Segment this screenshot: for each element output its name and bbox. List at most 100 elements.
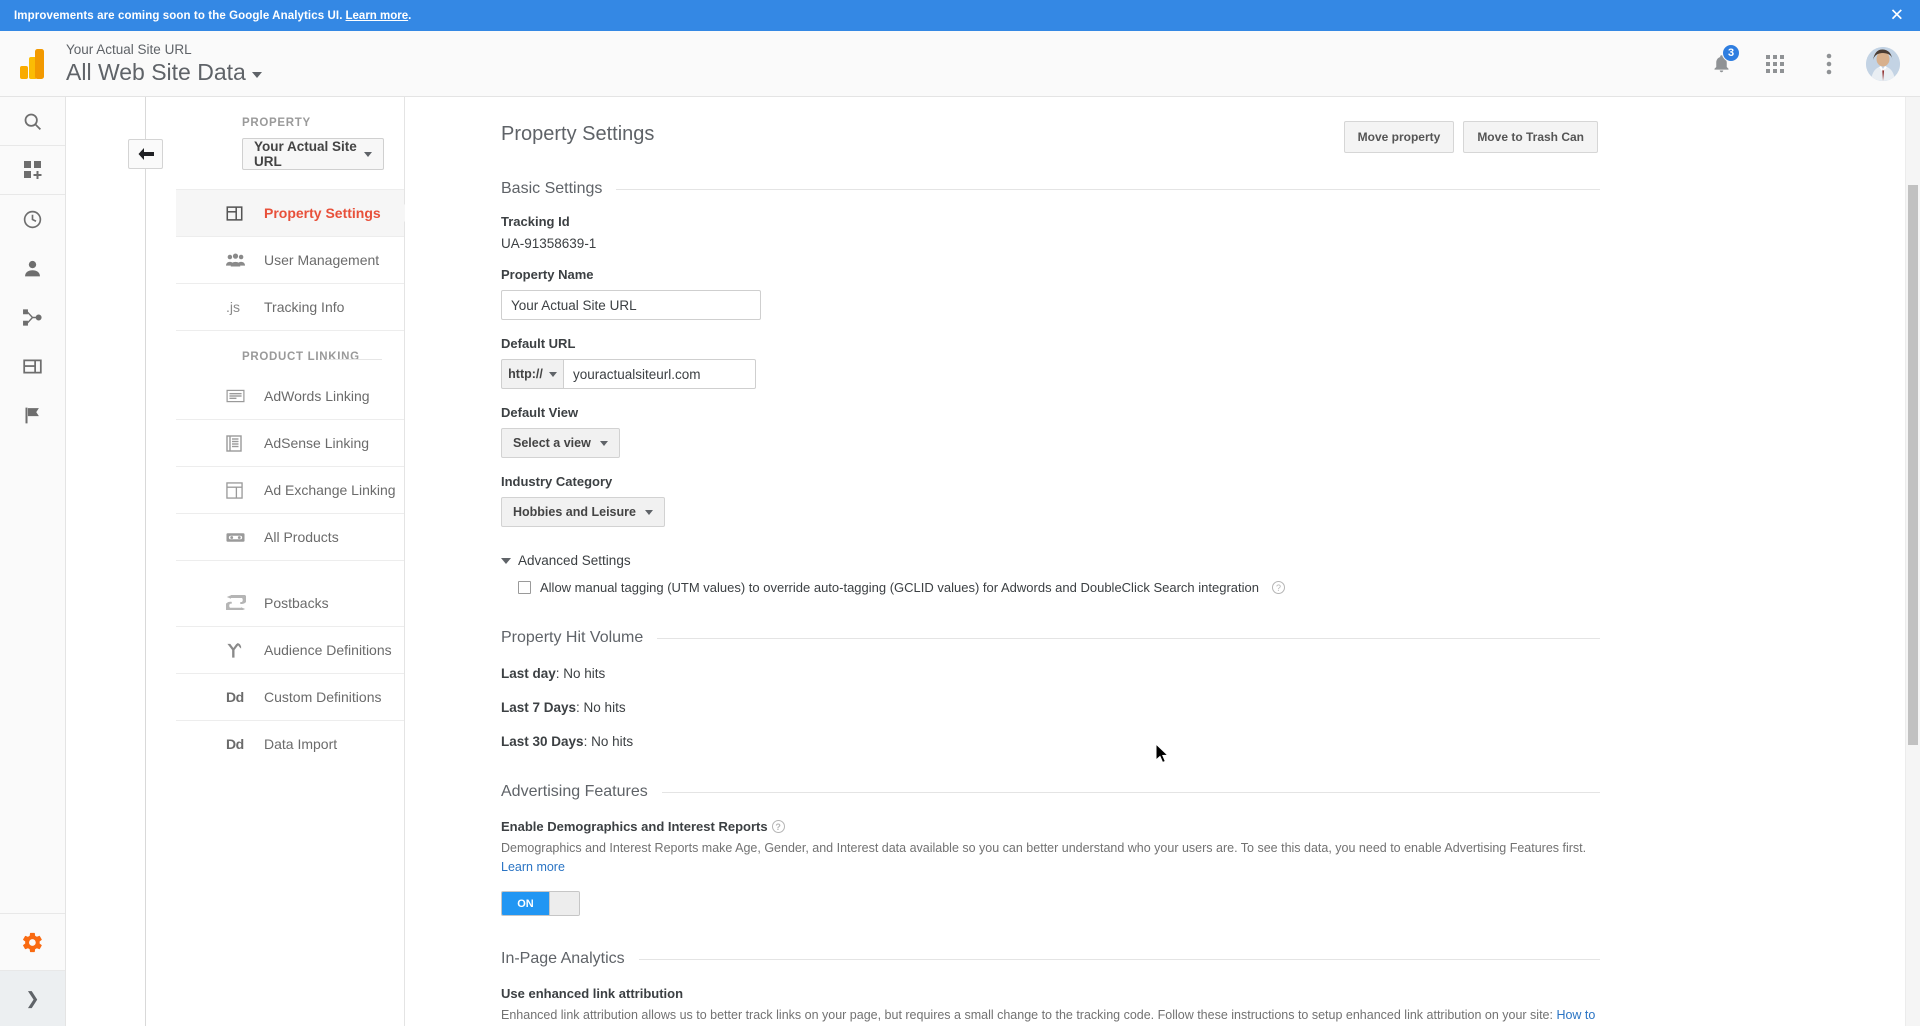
sidebar-item-tracking-info[interactable]: .js Tracking Info: [176, 283, 404, 330]
more-vertical-icon[interactable]: [1812, 47, 1846, 81]
conversions-flag-icon[interactable]: [0, 391, 65, 440]
scrollbar-track[interactable]: [1905, 97, 1920, 1026]
enhanced-link-label: Use enhanced link attribution: [501, 986, 683, 1001]
sidebar-item-adwords-linking[interactable]: AdWords Linking: [176, 372, 404, 419]
custom-definitions-icon: Dd: [226, 689, 264, 705]
sidebar-item-label: Property Settings: [264, 205, 381, 221]
data-import-icon: Dd: [226, 736, 264, 752]
chevron-down-icon: [645, 510, 653, 515]
acquisition-share-icon[interactable]: [0, 293, 65, 342]
sidebar-item-label: Tracking Info: [264, 299, 344, 315]
nav-vertical-divider: [145, 97, 146, 1026]
manual-tagging-label: Allow manual tagging (UTM values) to ove…: [540, 580, 1259, 595]
sidebar-item-label: Data Import: [264, 736, 337, 752]
hit-value: : No hits: [556, 666, 606, 681]
avatar[interactable]: [1866, 47, 1900, 81]
hit-label: Last day: [501, 666, 556, 681]
sidebar-item-custom-definitions[interactable]: Dd Custom Definitions: [176, 673, 404, 720]
section-rule: [639, 959, 1600, 960]
page-title: Property Settings: [501, 123, 654, 146]
section-title: In-Page Analytics: [501, 950, 625, 968]
default-url-input[interactable]: [564, 359, 756, 389]
announcement-banner: Improvements are coming soon to the Goog…: [0, 0, 1920, 31]
app-body: ❯ PROPERTY Your Actual Site URL: [0, 97, 1920, 1026]
close-icon[interactable]: ✕: [1890, 7, 1904, 24]
apps-grid-icon[interactable]: [1758, 47, 1792, 81]
realtime-clock-icon[interactable]: [0, 195, 65, 244]
sidebar-item-adsense-linking[interactable]: AdSense Linking: [176, 419, 404, 466]
audience-definitions-icon: [226, 642, 264, 659]
chevron-down-icon: [549, 372, 557, 377]
sidebar-item-all-products[interactable]: All Products: [176, 513, 404, 560]
audience-person-icon[interactable]: [0, 244, 65, 293]
property-name-input[interactable]: [501, 290, 761, 320]
move-property-button[interactable]: Move property: [1344, 121, 1455, 153]
sidebar-item-user-management[interactable]: User Management: [176, 236, 404, 283]
sidebar-item-label: AdWords Linking: [264, 388, 370, 404]
sidebar-item-label: User Management: [264, 252, 379, 268]
nav-spacer: [176, 560, 404, 579]
banner-learn-more-link[interactable]: Learn more: [346, 10, 409, 22]
account-name: Your Actual Site URL: [66, 41, 262, 58]
hit-value: : No hits: [576, 700, 626, 715]
tracking-id-value: UA-91358639-1: [501, 236, 1600, 251]
ad-exchange-icon: [226, 482, 264, 499]
section-advertising-features: Advertising Features: [501, 783, 1600, 801]
sidebar-item-ad-exchange-linking[interactable]: Ad Exchange Linking: [176, 466, 404, 513]
help-icon[interactable]: ?: [772, 820, 785, 833]
sidebar-item-audience-definitions[interactable]: Audience Definitions: [176, 626, 404, 673]
property-window-icon: [226, 205, 264, 222]
property-selector-value: Your Actual Site URL: [254, 139, 364, 169]
property-name-label: Property Name: [501, 267, 1600, 282]
industry-category-label: Industry Category: [501, 474, 1600, 489]
demographics-toggle[interactable]: ON: [501, 891, 580, 916]
demographics-learn-more-link[interactable]: Learn more: [501, 860, 565, 874]
section-title: Advertising Features: [501, 783, 648, 801]
settings-nav-list: PROPERTY Your Actual Site URL Property S…: [176, 97, 404, 767]
js-icon: .js: [226, 299, 264, 315]
nav-spacer: [176, 170, 404, 189]
view-selector[interactable]: All Web Site Data: [66, 58, 262, 86]
banner-text: Improvements are coming soon to the Goog…: [14, 10, 343, 22]
property-selector[interactable]: Your Actual Site URL: [242, 138, 384, 170]
product-linking-caption: PRODUCT LINKING: [176, 330, 404, 372]
admin-gear-icon[interactable]: [0, 913, 65, 971]
app-header: Your Actual Site URL All Web Site Data 3: [0, 31, 1920, 97]
advanced-settings-toggle[interactable]: Advanced Settings: [501, 553, 1600, 568]
sidebar-item-data-import[interactable]: Dd Data Import: [176, 720, 404, 767]
industry-category-select[interactable]: Hobbies and Leisure: [501, 497, 665, 527]
manual-tagging-checkbox[interactable]: [518, 581, 531, 594]
google-analytics-logo-icon: [0, 49, 66, 79]
back-arrow-icon[interactable]: [128, 139, 163, 169]
chevron-down-icon: [364, 152, 372, 157]
all-products-link-icon: [226, 531, 264, 544]
behavior-window-icon[interactable]: [0, 342, 65, 391]
help-icon[interactable]: ?: [1272, 581, 1285, 594]
protocol-select[interactable]: http://: [501, 359, 564, 389]
sidebar-item-property-settings[interactable]: Property Settings: [176, 189, 404, 236]
demographics-label-row: Enable Demographics and Interest Reports…: [501, 819, 1600, 834]
banner-period: .: [408, 10, 411, 22]
postbacks-icon: [226, 595, 264, 610]
hit-label: Last 30 Days: [501, 734, 584, 749]
notifications-bell-icon[interactable]: 3: [1704, 47, 1738, 81]
sidebar-item-postbacks[interactable]: Postbacks: [176, 579, 404, 626]
move-to-trash-button[interactable]: Move to Trash Can: [1463, 121, 1598, 153]
adsense-icon: [226, 435, 264, 452]
tracking-id-label: Tracking Id: [501, 214, 1600, 229]
people-icon: [226, 253, 264, 267]
hit-label: Last 7 Days: [501, 700, 576, 715]
customization-icon[interactable]: [0, 146, 65, 195]
sidebar-item-label: Ad Exchange Linking: [264, 482, 396, 498]
chevron-right-icon[interactable]: ❯: [0, 971, 65, 1026]
scrollbar-thumb[interactable]: [1908, 185, 1918, 745]
property-caption: PROPERTY: [176, 97, 404, 138]
search-icon[interactable]: [0, 97, 65, 146]
chevron-down-icon: [600, 441, 608, 446]
toggle-knob: [549, 892, 579, 915]
section-property-hit-volume: Property Hit Volume: [501, 629, 1600, 647]
sidebar-item-label: All Products: [264, 529, 339, 545]
default-view-select[interactable]: Select a view: [501, 428, 620, 458]
section-title: Basic Settings: [501, 180, 602, 198]
section-basic-settings: Basic Settings: [501, 180, 1600, 198]
